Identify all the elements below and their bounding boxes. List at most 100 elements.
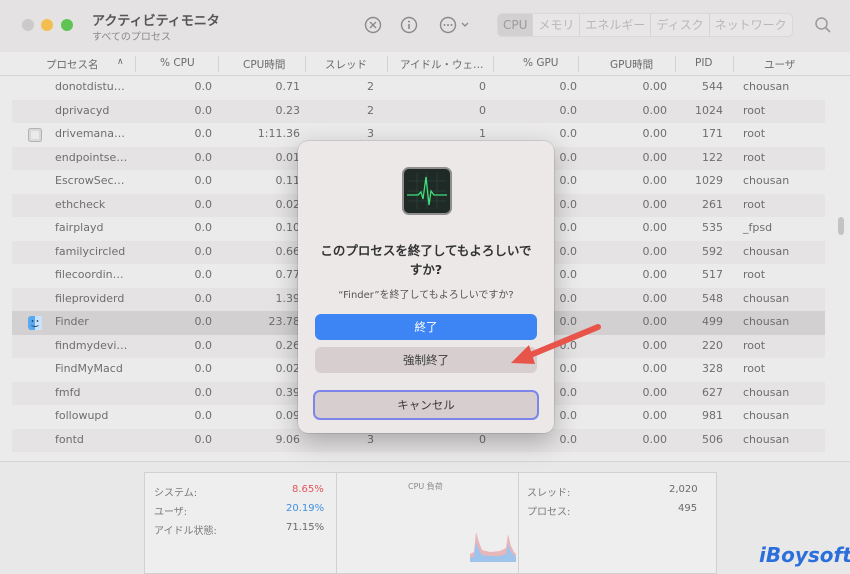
gpu-time: 0.00 [642,385,668,399]
column-gpu-time[interactable]: GPU時間 [610,57,653,72]
idle-label: アイドル状態: [154,526,217,537]
user: chousan [743,174,790,187]
user-value: 20.19% [286,503,325,514]
cpu-percent: 0.0 [194,362,213,375]
finder-icon [28,316,42,330]
pid: 261 [702,197,723,211]
column-idle-wake[interactable]: アイドル・ウェ… [400,57,483,72]
system-label: システム: [154,488,198,499]
idle-value: 71.15% [286,522,325,533]
table-row[interactable]: donotdistu… 0.0 0.71 2 0 0.0 0.00 544 chousan [12,76,825,100]
gpu-percent: 0.0 [559,315,578,328]
column-cpu[interactable]: % CPU [160,57,195,69]
gpu-percent: 0.0 [559,362,578,375]
tab-cpu[interactable]: CPU [498,14,534,36]
tab-network[interactable]: ネットワーク [710,14,792,36]
minimize-window-button[interactable] [41,19,53,31]
user: chousan [743,315,790,328]
tab-disk[interactable]: ディスク [651,14,710,36]
cancel-button[interactable]: キャンセル [313,390,539,420]
thread-count: 2 [367,80,374,93]
user: root [743,338,766,352]
stop-icon[interactable] [361,13,385,37]
cpu-load-graph [470,532,516,562]
close-window-button[interactable] [22,19,34,31]
zoom-window-button[interactable] [61,19,73,31]
cpu-time: 23.78 [268,315,301,328]
cpu-time: 0.10 [275,221,301,234]
pid: 517 [702,268,723,281]
pid: 592 [702,244,723,258]
gpu-time: 0.00 [642,362,668,375]
cpu-time: 0.71 [275,80,301,93]
column-threads[interactable]: スレッド [325,57,367,72]
info-icon[interactable] [397,13,421,37]
gpu-time: 0.00 [642,127,668,140]
gpu-time: 0.00 [642,174,668,187]
pid: 1024 [695,103,723,117]
thread-count: 3 [367,127,374,140]
process-name: Finder [55,315,89,328]
pid: 627 [702,385,723,399]
threads-value: 2,020 [669,484,698,495]
process-name: filecoordin… [55,268,124,281]
force-quit-button[interactable]: 強制終了 [315,347,537,373]
cpu-time: 0.02 [275,362,301,375]
cpu-percent: 0.0 [194,103,213,117]
user: root [743,127,766,140]
cpu-percent: 0.0 [194,150,213,164]
view-tabs: CPU メモリ エネルギー ディスク ネットワーク [497,13,793,37]
quit-button[interactable]: 終了 [315,314,537,340]
process-name: EscrowSec… [55,174,125,187]
cpu-time: 0.02 [275,197,301,211]
process-name: FindMyMacd [55,362,123,375]
pid: 548 [702,291,723,305]
pid: 220 [702,338,723,352]
idle-wakeups: 1 [479,127,486,140]
search-icon[interactable] [812,13,834,37]
tab-energy[interactable]: エネルギー [580,14,652,36]
pid: 544 [702,80,723,93]
pid: 328 [702,362,723,375]
gpu-percent: 0.0 [559,244,578,258]
pid: 981 [702,409,723,422]
pid: 171 [702,127,723,140]
cpu-load-title: CPU 負荷 [408,482,443,491]
cpu-time: 1:11.36 [257,127,300,140]
column-user[interactable]: ユーザ [764,57,795,72]
process-name: familycircled [55,244,126,258]
cpu-percent: 0.0 [194,80,213,93]
sort-chevron-icon[interactable]: ∧ [117,57,124,67]
idle-wakeups: 0 [479,80,486,93]
gpu-percent: 0.0 [559,432,578,446]
more-icon[interactable] [438,13,474,37]
cpu-time: 0.23 [275,103,301,117]
activity-monitor-icon [402,167,452,215]
gpu-time: 0.00 [642,291,668,305]
table-row[interactable]: dprivacyd 0.0 0.23 2 0 0.0 0.00 1024 root [12,99,825,123]
column-process-name[interactable]: プロセス名 [46,57,99,72]
cpu-percent: 0.0 [194,127,213,140]
process-name: fairplayd [55,221,104,234]
cpu-percent: 0.0 [194,338,213,352]
process-name: donotdistu… [55,80,125,93]
gpu-time: 0.00 [642,338,668,352]
user: chousan [743,409,790,422]
user: root [743,150,766,164]
tab-memory[interactable]: メモリ [533,14,581,36]
cpu-time: 1.39 [275,291,301,305]
user: chousan [743,385,790,399]
dialog-title-line2: すか? [409,262,443,277]
user: root [743,103,766,117]
gpu-percent: 0.0 [559,409,578,422]
threads-label: スレッド: [527,488,571,499]
cpu-percent: 0.0 [194,268,213,281]
scrollbar[interactable] [838,217,844,235]
column-pid[interactable]: PID [695,57,713,69]
toolbar: アクティビティモニタ すべてのプロセス CPU メモリ エネルギー ディスク ネ… [0,0,850,52]
column-cpu-time[interactable]: CPU時間 [243,57,285,72]
column-gpu[interactable]: % GPU [523,57,558,69]
user: root [743,362,766,375]
pid: 122 [702,150,723,164]
gpu-percent: 0.0 [559,197,578,211]
